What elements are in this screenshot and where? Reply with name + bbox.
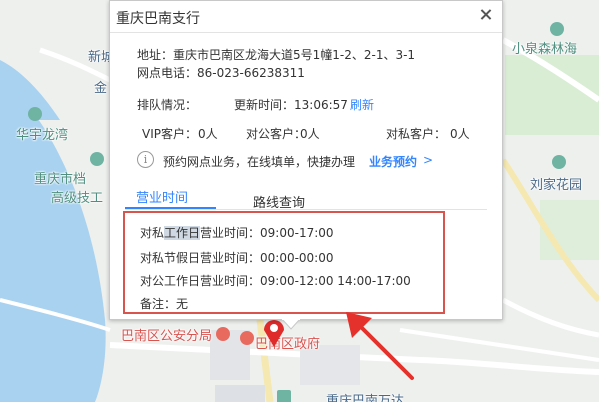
school-icon[interactable] [90, 152, 104, 166]
personal-count: 0人 [450, 127, 470, 141]
hours-row1-prefix: 对私 [140, 226, 165, 240]
map-label-huayu[interactable]: 华宇龙湾 [16, 124, 68, 143]
tab-business-hours[interactable]: 营业时间 [136, 187, 188, 206]
corporate-label: 对公客户： [246, 127, 307, 141]
booking-hint: 预约网点业务，在线填单，快捷办理 [163, 155, 356, 169]
hours-row-personal-holiday: 对私节假日营业时间：00:00-00:00 [140, 251, 334, 265]
personal-label: 对私客户： [386, 127, 447, 141]
hours-row-corporate-workday: 对公工作日营业时间：09:00-12:00 14:00-17:00 [140, 274, 411, 288]
map-label-jin: 金 [94, 81, 108, 96]
hours-row-personal-workday: 对私工作日营业时间：09:00-17:00 [140, 224, 334, 241]
residential-icon[interactable] [552, 155, 566, 169]
corporate-count: 0人 [300, 127, 320, 141]
map-label-police[interactable]: 巴南区公安分局 [121, 325, 212, 344]
branch-phone: 网点电话：86-023-66238311 [137, 66, 305, 80]
chevron-right-icon[interactable]: > [423, 153, 433, 167]
residential-icon[interactable] [28, 107, 42, 121]
vip-count: 0人 [198, 127, 218, 141]
popup-title: 重庆巴南支行 [116, 11, 200, 27]
map-label-chongqing-city[interactable]: 重庆市档 [34, 168, 86, 187]
hours-row1-suffix: 营业时间：09:00-17:00 [200, 226, 334, 240]
police-badge-icon[interactable] [216, 327, 230, 341]
branch-address: 地址：重庆市巴南区龙海大道5号1幢1-2、2-1、3-1 [137, 48, 416, 62]
queue-label: 排队情况： [137, 98, 198, 112]
vip-label: VIP客户： [142, 127, 197, 141]
map-label-bottom[interactable]: 重庆巴南万达 [326, 390, 404, 402]
close-icon[interactable] [478, 7, 494, 23]
metro-icon[interactable] [277, 390, 291, 402]
booking-link[interactable]: 业务预约 [369, 153, 417, 170]
map-label-liujia[interactable]: 刘家花园 [530, 174, 582, 193]
park-icon[interactable] [550, 22, 564, 36]
selected-text: 工作日 [164, 226, 201, 240]
map-label-gaoji[interactable]: 高级技工 [51, 187, 103, 206]
refresh-link[interactable]: 刷新 [350, 96, 374, 113]
info-icon: i [137, 151, 154, 168]
update-time: 更新时间：13:06:57 [234, 98, 348, 112]
popup-pointer [282, 318, 300, 330]
map-label-xiaoquan[interactable]: 小泉森林海 [512, 38, 577, 57]
tab-divider [125, 209, 487, 210]
government-icon[interactable] [240, 331, 254, 345]
popup-header: 重庆巴南支行 [110, 1, 502, 33]
branch-info-popup: 重庆巴南支行 地址：重庆市巴南区龙海大道5号1幢1-2、2-1、3-1 网点电话… [109, 0, 503, 320]
hours-note: 备注：无 [140, 297, 189, 311]
